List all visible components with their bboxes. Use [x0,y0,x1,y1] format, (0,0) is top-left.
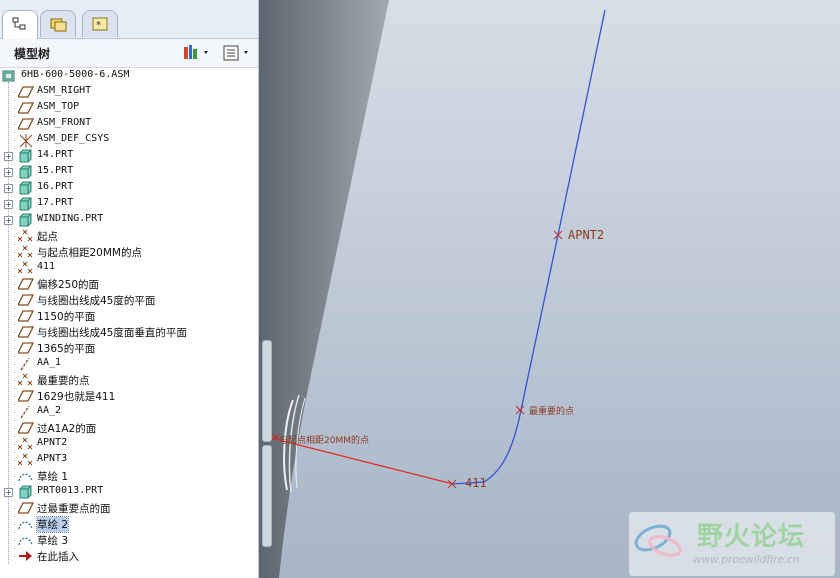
tree-item-label: 过A1A2的面 [37,423,97,435]
svg-text:*: * [96,20,101,31]
tree-item[interactable]: 过最重要点的面 [0,500,256,516]
tree-item[interactable]: 草绘 1 [0,468,256,484]
tree-item-label: 16.PRT [37,181,74,192]
show-menu-button[interactable] [222,43,254,63]
splitter-handle-bottom[interactable] [262,445,272,547]
tree-item-label: ASM_TOP [37,101,80,112]
model-tree-panel: * 模型树 6HB-600-5000-6.ASM ASM_RIGHT ASM_T… [0,0,259,578]
tree-item[interactable]: AA_2 [0,404,256,420]
tree-item[interactable]: 与线圈出线成45度面垂直的平面 [0,324,256,340]
tree-item-label: ASM_RIGHT [37,85,92,96]
tree-item[interactable]: ASM_FRONT [0,116,256,132]
tree-item-label: 最重要的点 [37,375,90,387]
graphics-viewport[interactable]: APNT2 最重要的点 411 与起点相距20MM的点 野火论坛 www.pro… [259,0,840,578]
expand-toggle-icon[interactable]: + [4,200,13,209]
tree-item[interactable]: 1365的平面 [0,340,256,356]
tree-item-label: AA_1 [37,357,62,368]
point-20mm-label: 与起点相距20MM的点 [279,434,369,446]
tree-item[interactable]: +14.PRT [0,148,256,164]
tree-item[interactable]: +15.PRT [0,164,256,180]
favorites-star-icon: * [92,17,108,31]
tree-item-label: 1365的平面 [37,343,96,355]
folder-icon [50,18,67,32]
tree-item-label: 过最重要点的面 [37,503,111,515]
watermark-title: 野火论坛 [697,522,806,552]
model-tree-header: 模型树 [0,39,258,68]
expand-toggle-icon[interactable]: + [4,184,13,193]
tree-item[interactable]: +17.PRT [0,196,256,212]
tree-item-label: 草绘 1 [37,471,69,483]
tree-item[interactable]: ASM_TOP [0,100,256,116]
tree-item-label: ASM_FRONT [37,117,92,128]
tree-item[interactable]: APNT2 [0,436,256,452]
tree-item[interactable]: 与线圈出线成45度的平面 [0,292,256,308]
important-point-label: 最重要的点 [529,405,574,417]
tree-item[interactable]: 411 [0,260,256,276]
tree-item[interactable]: 与起点相距20MM的点 [0,244,256,260]
list-icon [223,45,248,61]
model-tree-icon [12,17,26,30]
tree-item[interactable]: APNT3 [0,452,256,468]
model-tree-tab[interactable] [2,10,38,39]
panel-title: 模型树 [14,47,51,61]
forum-logo-icon [634,524,682,557]
tree-item-label: 17.PRT [37,197,74,208]
settings-button[interactable] [182,43,214,63]
tree-item[interactable]: + PRT0013.PRT [0,484,256,500]
tree-item[interactable]: 1150的平面 [0,308,256,324]
tree-item[interactable]: +16.PRT [0,180,256,196]
tree-item[interactable]: 偏移250的面 [0,276,256,292]
watermark: 野火论坛 www.proewildfire.cn [629,512,835,576]
tree-item-label: 与线圈出线成45度面垂直的平面 [37,327,187,339]
apnt2-label: APNT2 [568,228,604,242]
tree-item-label: 14.PRT [37,149,74,160]
tree-item-label: 偏移250的面 [37,279,100,291]
tree-item-label: APNT3 [37,453,68,464]
tree-item-label: 起点 [37,231,58,243]
tree-item-label: 与线圈出线成45度的平面 [37,295,156,307]
tree-item-label: 在此插入 [37,551,79,563]
tree-item-label: AA_2 [37,405,62,416]
tree-item-label: ASM_DEF_CSYS [37,133,110,144]
tree-item-label: 草绘 3 [37,535,69,547]
tools-icon [184,45,208,59]
tree-item[interactable]: 1629也就是411 [0,388,256,404]
tree-item[interactable]: + WINDING.PRT [0,212,256,228]
tree-item[interactable]: 草绘 3 [0,532,256,548]
watermark-url: www.proewildfire.cn [693,554,800,566]
insert-here-arrow-icon [18,549,34,566]
tree-item[interactable]: 草绘 2 [0,516,256,533]
tree-item[interactable]: 6HB-600-5000-6.ASM [0,68,256,84]
graphics-canvas[interactable]: APNT2 最重要的点 411 与起点相距20MM的点 [259,0,840,578]
model-tree: 6HB-600-5000-6.ASM ASM_RIGHT ASM_TOP ASM_FR… [0,68,258,578]
expand-toggle-icon[interactable]: + [4,216,13,225]
tree-item-label: PRT0013.PRT [37,485,104,496]
tree-item-label: 1150的平面 [37,311,96,323]
tree-item[interactable]: ASM_DEF_CSYS [0,132,256,148]
splitter-handle-top[interactable] [262,340,272,442]
tree-item[interactable]: 最重要的点 [0,372,256,388]
folder-browser-tab[interactable] [40,10,76,37]
tree-item-label: 与起点相距20MM的点 [37,247,142,259]
favorites-tab[interactable]: * [82,10,118,37]
navigator-tabs: * [0,0,258,39]
tree-item[interactable]: ASM_RIGHT [0,84,256,100]
tree-item-label: 411 [37,261,56,272]
tree-item[interactable]: 在此插入 [0,548,256,564]
expand-toggle-icon[interactable]: + [4,168,13,177]
point-411-label: 411 [465,476,487,490]
tree-item-label: WINDING.PRT [37,213,104,224]
expand-toggle-icon[interactable]: + [4,488,13,497]
tree-item[interactable]: AA_1 [0,356,256,372]
tree-item[interactable]: 起点 [0,228,256,244]
tree-item-label: 6HB-600-5000-6.ASM [21,69,130,80]
tree-item-label: APNT2 [37,437,68,448]
expand-toggle-icon[interactable]: + [4,152,13,161]
tree-item-label: 草绘 2 [35,516,70,533]
tree-item-label: 15.PRT [37,165,74,176]
tree-item-label: 1629也就是411 [37,391,116,403]
tree-item[interactable]: 过A1A2的面 [0,420,256,436]
